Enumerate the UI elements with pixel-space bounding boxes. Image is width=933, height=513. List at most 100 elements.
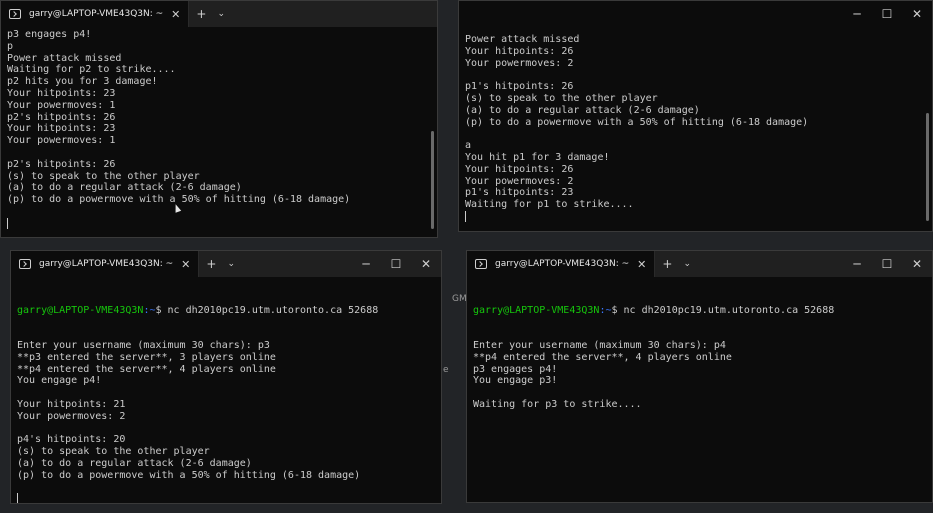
scrollbar[interactable]: [431, 131, 434, 229]
tab-title: garry@LAPTOP-VME43Q3N: ~: [29, 9, 164, 19]
terminal-window-bottom-left[interactable]: garry@LAPTOP-VME43Q3N: ~ ✕ + ⌄ ─ ☐ ✕ gar…: [10, 250, 442, 504]
terminal-tab[interactable]: garry@LAPTOP-VME43Q3N: ~ ✕: [1, 1, 190, 27]
terminal-window-bottom-right[interactable]: garry@LAPTOP-VME43Q3N: ~ ✕ + ⌄ ─ ☐ ✕ gar…: [466, 250, 933, 503]
minimize-button[interactable]: ─: [842, 7, 872, 21]
background-window-fragment: e: [443, 365, 449, 375]
terminal-line: Your powermoves: 1: [7, 99, 116, 111]
title-bar[interactable]: garry@LAPTOP-VME43Q3N: ~ ✕ + ⌄: [1, 1, 437, 27]
terminal-line: Enter your username (maximum 30 chars): …: [17, 339, 270, 351]
close-button[interactable]: ✕: [411, 257, 441, 271]
terminal-line: (a) to do a regular attack (2-6 damage): [465, 104, 700, 116]
window-controls: ─ ☐ ✕: [351, 251, 441, 277]
new-tab-button[interactable]: +: [199, 257, 223, 271]
dropdown-chevron-icon[interactable]: ⌄: [223, 259, 239, 269]
terminal-window-top-right[interactable]: ─ ☐ ✕ Power attack missed Your hitpoints:…: [458, 0, 933, 232]
terminal-line: Enter your username (maximum 30 chars): …: [473, 339, 726, 351]
prompt-user: garry@LAPTOP-VME43Q3N: [473, 304, 600, 316]
terminal-line: p2's hitpoints: 26: [7, 158, 116, 170]
terminal-line: a: [465, 140, 472, 152]
title-bar[interactable]: ─ ☐ ✕: [459, 1, 932, 27]
terminal-line: Your powermoves: 2: [465, 175, 574, 187]
terminal-line: p2 hits you for 3 damage!: [7, 76, 158, 88]
new-tab-button[interactable]: +: [655, 257, 679, 271]
tab-title: garry@LAPTOP-VME43Q3N: ~: [39, 259, 174, 269]
terminal-line: (s) to speak to the other player: [17, 446, 210, 458]
prompt-command: $ nc dh2010pc19.utm.utoronto.ca 52688: [155, 304, 379, 316]
prompt-path: :~: [599, 304, 612, 316]
terminal-line: **p3 entered the server**, 3 players onl…: [17, 351, 276, 363]
terminal-line: Your hitpoints: 26: [465, 163, 574, 175]
prompt-line: garry@LAPTOP-VME43Q3N:~$ nc dh2010pc19.u…: [473, 305, 922, 317]
terminal-output[interactable]: p3 engages p4! p Power attack missed Waitin…: [7, 29, 427, 230]
terminal-line: Waiting for p1 to strike....: [465, 199, 634, 211]
scrollbar[interactable]: [926, 113, 929, 221]
terminal-output[interactable]: garry@LAPTOP-VME43Q3N:~$ nc dh2010pc19.u…: [17, 281, 431, 503]
maximize-button[interactable]: ☐: [872, 257, 902, 271]
terminal-line: p4's hitpoints: 20: [17, 434, 126, 446]
prompt-line: garry@LAPTOP-VME43Q3N:~$ nc dh2010pc19.u…: [17, 305, 431, 317]
dropdown-chevron-icon[interactable]: ⌄: [213, 9, 229, 19]
maximize-button[interactable]: ☐: [872, 7, 902, 21]
terminal-line: Waiting for p3 to strike....: [473, 398, 642, 410]
terminal-line: Waiting for p2 to strike....: [7, 64, 176, 76]
text-cursor: [17, 493, 18, 503]
tab-title: garry@LAPTOP-VME43Q3N: ~: [495, 259, 630, 269]
terminal-line: You engage p3!: [473, 375, 558, 387]
terminal-line: Your powermoves: 2: [17, 410, 126, 422]
terminal-line: You engage p4!: [17, 375, 102, 387]
terminal-line: [7, 217, 427, 230]
terminal-tab[interactable]: garry@LAPTOP-VME43Q3N: ~ ✕: [11, 251, 200, 277]
close-button[interactable]: ✕: [902, 7, 932, 21]
terminal-lines: Enter your username (maximum 30 chars): …: [17, 339, 431, 503]
terminal-line: Your powermoves: 1: [7, 135, 116, 147]
terminal-line: (s) to speak to the other player: [465, 92, 658, 104]
window-controls: ─ ☐ ✕: [842, 1, 932, 27]
terminal-output[interactable]: Power attack missed Your hitpoints: 26 You…: [465, 34, 922, 223]
terminal-line: p: [7, 40, 14, 52]
terminal-line: Your powermoves: 2: [465, 57, 574, 69]
close-button[interactable]: ✕: [902, 257, 932, 271]
terminal-output[interactable]: garry@LAPTOP-VME43Q3N:~$ nc dh2010pc19.u…: [473, 281, 922, 434]
terminal-line: Your hitpoints: 21: [17, 398, 126, 410]
minimize-button[interactable]: ─: [842, 257, 872, 271]
new-tab-button[interactable]: +: [189, 7, 213, 21]
title-bar[interactable]: garry@LAPTOP-VME43Q3N: ~ ✕ + ⌄ ─ ☐ ✕: [11, 251, 441, 277]
terminal-line: p1's hitpoints: 26: [465, 81, 574, 93]
close-tab-icon[interactable]: ✕: [629, 258, 646, 271]
terminal-line: p2's hitpoints: 26: [7, 111, 116, 123]
terminal-window-top-left[interactable]: garry@LAPTOP-VME43Q3N: ~ ✕ + ⌄ p3 engage…: [0, 0, 438, 238]
terminal-line: [465, 210, 922, 223]
terminal-line: (p) to do a powermove with a 50% of hitt…: [7, 194, 351, 206]
terminal-icon: [9, 9, 21, 19]
terminal-line: (p) to do a powermove with a 50% of hitt…: [465, 116, 809, 128]
terminal-line: **p4 entered the server**, 4 players onl…: [17, 363, 276, 375]
terminal-lines: Enter your username (maximum 30 chars): …: [473, 340, 922, 411]
dropdown-chevron-icon[interactable]: ⌄: [679, 259, 695, 269]
terminal-icon: [19, 259, 31, 269]
terminal-line: (p) to do a powermove with a 50% of hitt…: [17, 469, 361, 481]
prompt-command: $ nc dh2010pc19.utm.utoronto.ca 52688: [611, 304, 835, 316]
maximize-button[interactable]: ☐: [381, 257, 411, 271]
close-tab-icon[interactable]: ✕: [163, 8, 180, 21]
terminal-line: p3 engages p4!: [473, 363, 558, 375]
terminal-line: p1's hitpoints: 23: [465, 187, 574, 199]
background-window-fragment: GM: [452, 294, 467, 304]
terminal-line: Power attack missed: [465, 34, 580, 45]
minimize-button[interactable]: ─: [351, 257, 381, 271]
terminal-line: Your hitpoints: 23: [7, 87, 116, 99]
terminal-line: Power attack missed: [7, 52, 122, 64]
text-cursor: [465, 210, 466, 222]
terminal-line: [17, 493, 431, 503]
terminal-line: p3 engages p4!: [7, 29, 92, 40]
close-tab-icon[interactable]: ✕: [173, 258, 190, 271]
terminal-tab[interactable]: garry@LAPTOP-VME43Q3N: ~ ✕: [467, 251, 656, 277]
terminal-icon: [475, 259, 487, 269]
title-bar[interactable]: garry@LAPTOP-VME43Q3N: ~ ✕ + ⌄ ─ ☐ ✕: [467, 251, 932, 277]
